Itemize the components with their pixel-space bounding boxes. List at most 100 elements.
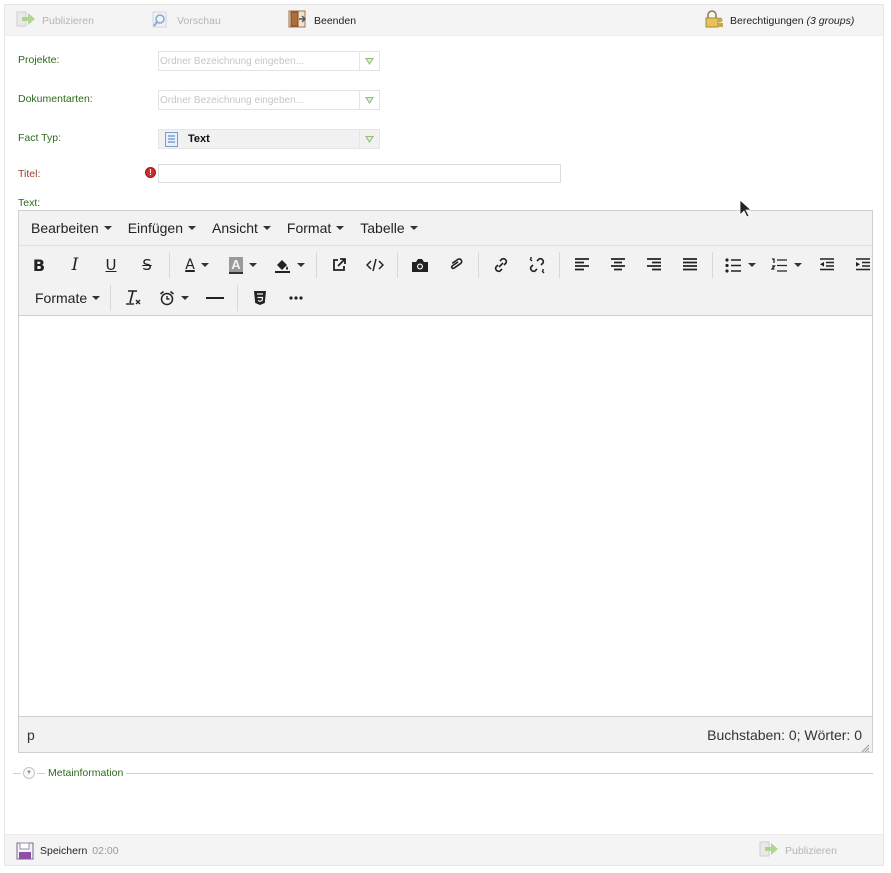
toolbar-row-1: B I U S A A [21, 249, 881, 281]
top-toolbar: Publizieren Vorschau Beenden Berechtigun… [5, 5, 883, 36]
publish-label: Publizieren [42, 14, 94, 27]
permissions-button[interactable]: Berechtigungen (3 groups) [704, 5, 854, 36]
expand-toggle-icon[interactable]: ▼ [23, 767, 35, 779]
permissions-count: (3 groups) [806, 14, 855, 27]
menu-tabelle[interactable]: Tabelle [352, 220, 425, 236]
door-exit-icon [288, 10, 308, 31]
menu-bearbeiten[interactable]: Bearbeiten [23, 220, 120, 236]
numbered-list-icon [770, 257, 788, 273]
caret-down-icon [92, 296, 101, 300]
projects-dropdown-arrow-icon[interactable] [359, 52, 379, 70]
code-icon [366, 258, 384, 272]
outdent-icon [819, 258, 835, 272]
facttype-combo[interactable]: Text [158, 129, 380, 149]
toolbar-separator [169, 252, 170, 278]
doctypes-placeholder: Ordner Bezeichnung eingeben... [160, 94, 304, 106]
bold-button[interactable]: B [24, 251, 54, 279]
preview-label: Vorschau [177, 14, 221, 27]
align-center-icon [610, 258, 626, 272]
meta-divider-left [13, 773, 21, 774]
word-count: Buchstaben: 0; Wörter: 0 [707, 726, 862, 743]
indent-button[interactable] [848, 251, 878, 279]
floppy-disk-icon [16, 842, 34, 860]
numbered-list-button[interactable] [766, 251, 806, 279]
projects-combo[interactable]: Ordner Bezeichnung eingeben... [158, 51, 380, 71]
attachment-button[interactable] [441, 251, 471, 279]
external-link-button[interactable] [324, 251, 354, 279]
align-left-icon [574, 258, 590, 272]
align-justify-button[interactable] [675, 251, 705, 279]
outdent-button[interactable] [812, 251, 842, 279]
resize-handle-icon[interactable] [860, 740, 870, 753]
insert-link-button[interactable] [486, 251, 516, 279]
image-button[interactable] [405, 251, 435, 279]
align-right-button[interactable] [639, 251, 669, 279]
bottom-toolbar: Speichern 02:00 Publizieren [5, 834, 883, 865]
publish-button[interactable]: Publizieren [16, 5, 94, 36]
align-center-button[interactable] [603, 251, 633, 279]
background-color-icon: A [229, 256, 243, 274]
editor-content-area[interactable] [19, 316, 872, 716]
mouse-pointer-icon [739, 199, 753, 222]
save-button[interactable]: Speichern 02:00 [16, 835, 119, 866]
italic-button[interactable]: I [60, 251, 90, 279]
facttype-value: Text [159, 131, 359, 147]
metainformation-section: ▼ Metainformation [13, 767, 873, 781]
facttype-label: Fact Typ: [18, 132, 61, 144]
caret-down-icon [262, 226, 271, 230]
clear-formatting-button[interactable] [118, 284, 148, 312]
insert-time-button[interactable] [154, 284, 194, 312]
toolbar-separator [397, 252, 398, 278]
paint-bucket-button[interactable] [269, 251, 309, 279]
facttype-dropdown-arrow-icon[interactable] [359, 130, 379, 148]
formats-dropdown[interactable]: Formate [29, 290, 106, 306]
underline-icon: U [105, 256, 117, 274]
paperclip-icon [448, 257, 464, 273]
toolbar-separator [237, 285, 239, 311]
underline-button[interactable]: U [96, 251, 126, 279]
editor-toolbar: B I U S A A Formate [19, 246, 872, 316]
caret-down-icon [747, 263, 756, 267]
page-frame: Publizieren Vorschau Beenden Berechtigun… [4, 4, 884, 866]
publish-bottom-button[interactable]: Publizieren [759, 835, 837, 866]
remove-link-button[interactable] [522, 251, 552, 279]
title-input[interactable] [158, 164, 561, 183]
unlink-icon [528, 256, 546, 274]
link-icon [492, 256, 510, 274]
indent-icon [855, 258, 871, 272]
element-path[interactable]: p [27, 727, 35, 743]
caret-down-icon [793, 263, 802, 267]
html5-button[interactable] [245, 284, 275, 312]
meta-divider [37, 773, 873, 774]
magnifier-icon [151, 10, 171, 31]
toolbar-separator [712, 252, 713, 278]
doctypes-dropdown-arrow-icon[interactable] [359, 91, 379, 109]
preview-button[interactable]: Vorschau [151, 5, 221, 36]
horizontal-rule-button[interactable] [200, 284, 230, 312]
formats-label: Formate [35, 290, 88, 306]
source-code-button[interactable] [360, 251, 390, 279]
menu-label: Ansicht [212, 220, 258, 236]
font-color-button[interactable]: A [177, 251, 217, 279]
caret-down-icon [248, 263, 257, 267]
toolbar-separator [478, 252, 479, 278]
menu-ansicht[interactable]: Ansicht [204, 220, 279, 236]
caret-down-icon [200, 263, 209, 267]
menu-label: Format [286, 220, 332, 236]
doctypes-combo[interactable]: Ordner Bezeichnung eingeben... [158, 90, 380, 110]
text-document-icon [165, 131, 178, 147]
doctypes-label: Dokumentarten: [18, 93, 93, 105]
bullet-list-button[interactable] [720, 251, 760, 279]
publish-arrow-icon [759, 840, 779, 861]
strikethrough-button[interactable]: S [132, 251, 162, 279]
menu-format[interactable]: Format [279, 220, 352, 236]
caret-down-icon [188, 226, 196, 230]
background-color-button[interactable]: A [223, 251, 263, 279]
facttype-text: Text [188, 133, 210, 145]
align-left-button[interactable] [567, 251, 597, 279]
metainformation-label[interactable]: Metainformation [45, 767, 127, 779]
more-button[interactable] [281, 284, 311, 312]
permissions-text: Berechtigungen [730, 14, 804, 27]
menu-einfuegen[interactable]: Einfügen [120, 220, 204, 236]
exit-button[interactable]: Beenden [288, 5, 356, 36]
